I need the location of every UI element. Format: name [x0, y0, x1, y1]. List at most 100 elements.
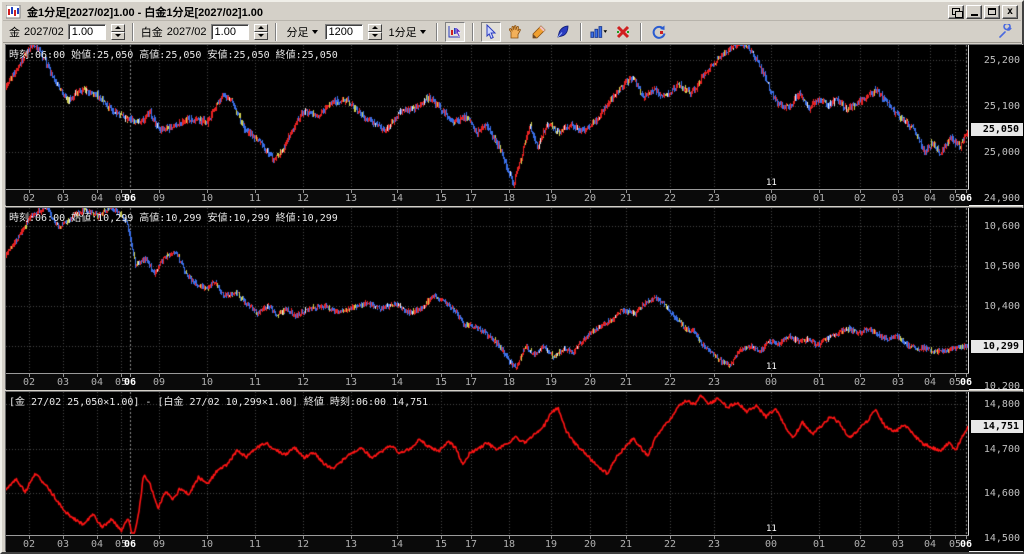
- x-axis-label: 03: [891, 193, 905, 204]
- bar-chart-type-icon: [590, 25, 607, 38]
- platinum-x-axis: 02 03 04 05 06 09 10 11 12 13 14 15 17 18 19 20 21 22 23 00…: [6, 373, 972, 390]
- x-axis-label: 15: [434, 193, 448, 204]
- chart-cursor-tool-button[interactable]: [444, 21, 465, 42]
- period-type-dropdown[interactable]: 分足: [284, 22, 321, 42]
- x-axis-label: 19: [544, 193, 558, 204]
- spread-y-axis: 14,800 14,700 14,600 14,500 14,751: [970, 392, 1024, 551]
- select-arrow-icon: [486, 23, 496, 39]
- platinum-chart-canvas[interactable]: [6, 208, 968, 372]
- x-axis-label: 04: [90, 193, 104, 204]
- app-chart-icon: [6, 4, 22, 19]
- clear-marks-button[interactable]: [613, 22, 633, 42]
- platinum-multiplier-stepper[interactable]: [253, 23, 268, 40]
- gold-contract-label: 2027/02: [24, 25, 64, 38]
- x-axis-label: 12: [296, 377, 310, 388]
- hand-pan-button[interactable]: [505, 22, 525, 42]
- y-axis-label: 14,800: [983, 399, 1020, 411]
- chart-panel-platinum: 時刻:06:00 始値:10,299 高値:10,299 安値:10,299 終…: [5, 207, 1024, 392]
- bar-chart-type-button[interactable]: [589, 22, 609, 42]
- x-axis-label: 02: [853, 193, 867, 204]
- pencil-draw-button[interactable]: [529, 22, 549, 42]
- maximize-button[interactable]: [984, 4, 1000, 19]
- gold-chart-plot[interactable]: 時刻:06:00 始値:25,050 高値:25,050 安値:25,050 終…: [6, 45, 969, 189]
- bar-count-stepper[interactable]: [367, 23, 382, 40]
- x-axis-label: 21: [619, 193, 633, 204]
- separator: [274, 22, 277, 41]
- titlebar: 金1分足[2027/02]1.00 - 白金1分足[2027/02]1.00 x: [3, 3, 1021, 21]
- gold-ohlc-info: 時刻:06:00 始値:25,050 高値:25,050 安値:25,050 終…: [9, 50, 338, 61]
- refresh-button[interactable]: [649, 22, 669, 42]
- x-axis-label: 13: [344, 539, 358, 550]
- x-axis-label: 02: [853, 539, 867, 550]
- x-axis-label: 22: [663, 377, 677, 388]
- x-axis-label: 23: [707, 539, 721, 550]
- x-axis-label: 22: [663, 193, 677, 204]
- close-button[interactable]: x: [1002, 4, 1018, 19]
- chart-panels: 時刻:06:00 始値:25,050 高値:25,050 安値:25,050 終…: [5, 44, 1024, 552]
- spread-info: [金 27/02 25,050×1.00] - [白金 27/02 10,299…: [9, 397, 429, 408]
- x-axis-label: 04: [923, 539, 937, 550]
- x-axis-label: 04: [90, 539, 104, 550]
- y-axis-label: 10,400: [983, 301, 1020, 312]
- x-axis-label: 00: [764, 539, 778, 550]
- x-axis-label: 03: [56, 539, 70, 550]
- chevron-down-icon: [419, 29, 426, 34]
- hand-pan-icon: [508, 24, 521, 38]
- chart-panel-spread: [金 27/02 25,050×1.00] - [白金 27/02 10,299…: [5, 391, 1024, 552]
- x-axis-label: 09: [152, 539, 166, 550]
- timeframe-dropdown[interactable]: 1分足: [386, 22, 429, 42]
- minimize-button[interactable]: [966, 4, 982, 19]
- chart-panel-gold: 時刻:06:00 始値:25,050 高値:25,050 安値:25,050 終…: [5, 44, 1024, 206]
- gold-chart-canvas[interactable]: [6, 45, 968, 188]
- clear-marks-icon: [616, 25, 629, 38]
- platinum-multiplier-input[interactable]: 1.00: [210, 23, 249, 40]
- x-axis-label: 06: [123, 377, 137, 388]
- gold-multiplier-input[interactable]: 1.00: [67, 23, 106, 40]
- y-axis-label: 14,700: [983, 443, 1020, 455]
- close-icon: x: [1006, 5, 1014, 17]
- x-axis-label: 14: [390, 539, 404, 550]
- spread-chart-canvas[interactable]: [6, 392, 968, 534]
- x-axis-label: 02: [22, 377, 36, 388]
- minimize-icon: [970, 13, 978, 16]
- quill-annotate-button[interactable]: [553, 22, 573, 42]
- x-axis-label: 09: [152, 377, 166, 388]
- x-axis-label: 14: [390, 377, 404, 388]
- current-price-badge: 25,050: [971, 123, 1023, 137]
- pencil-draw-icon: [532, 24, 546, 38]
- bar-count-input[interactable]: 1200: [324, 23, 363, 40]
- x-axis-label: 18: [502, 193, 516, 204]
- x-axis-label: 03: [56, 377, 70, 388]
- x-axis-label: 20: [583, 539, 597, 550]
- float-window-icon: [951, 7, 963, 18]
- x-axis-label: 18: [502, 377, 516, 388]
- x-axis-label: 21: [619, 377, 633, 388]
- x-axis-label: 11: [248, 377, 262, 388]
- y-axis-label: 10,600: [983, 221, 1020, 232]
- float-window-button[interactable]: [948, 4, 964, 19]
- gold-y-axis: 25,200 25,100 25,000 24,900 25,050: [970, 45, 1024, 205]
- platinum-chart-plot[interactable]: 時刻:06:00 始値:10,299 高値:10,299 安値:10,299 終…: [6, 208, 969, 373]
- separator: [435, 22, 438, 41]
- x-axis-label: 23: [707, 377, 721, 388]
- current-price-badge: 10,299: [971, 340, 1023, 354]
- x-axis-label: 17: [464, 193, 478, 204]
- timeframe-label: 1分足: [388, 26, 417, 39]
- x-axis-label: 20: [583, 193, 597, 204]
- x-axis-label: 14: [390, 193, 404, 204]
- platinum-ohlc-info: 時刻:06:00 始値:10,299 高値:10,299 安値:10,299 終…: [9, 213, 338, 224]
- x-axis-label: 06: [959, 193, 973, 204]
- separator: [131, 22, 134, 41]
- separator: [639, 22, 642, 41]
- x-axis-label: 00: [764, 377, 778, 388]
- y-axis-label: 10,500: [983, 261, 1020, 272]
- window-title: 金1分足[2027/02]1.00 - 白金1分足[2027/02]1.00: [27, 6, 264, 19]
- spread-chart-plot[interactable]: [金 27/02 25,050×1.00] - [白金 27/02 10,299…: [6, 392, 969, 535]
- select-arrow-button[interactable]: [480, 21, 501, 42]
- x-axis-label: 13: [344, 193, 358, 204]
- quill-annotate-icon: [557, 25, 569, 38]
- x-axis-label: 03: [891, 539, 905, 550]
- gold-multiplier-stepper[interactable]: [110, 23, 125, 40]
- x-axis-label: 01: [812, 539, 826, 550]
- settings-wrench-button[interactable]: [995, 22, 1015, 42]
